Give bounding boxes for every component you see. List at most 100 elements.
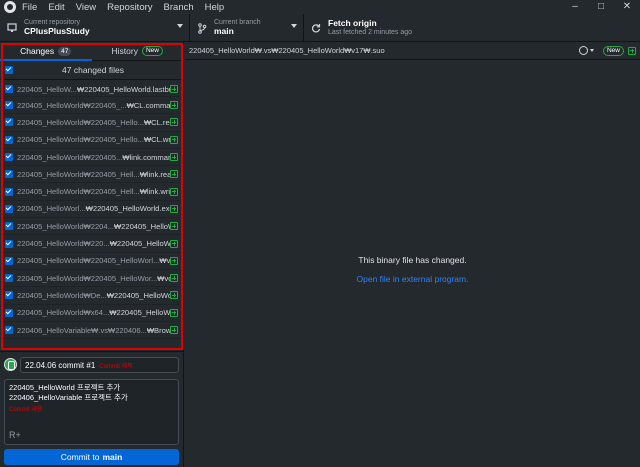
list-item[interactable]: 220405_HelloWorld₩2204...₩220405_HelloWo… bbox=[0, 218, 183, 236]
minimize-button[interactable]: – bbox=[562, 0, 588, 14]
list-item[interactable]: 220405_HelloWorld₩x64...₩220405_HelloWor… bbox=[0, 305, 183, 322]
menu-bar: File Edit View Repository Branch Help – … bbox=[0, 0, 640, 14]
file-checkbox[interactable] bbox=[5, 326, 13, 334]
computer-icon bbox=[6, 22, 18, 34]
list-item[interactable]: 220405_HelloWorld₩220405_Hell...₩link.re… bbox=[0, 166, 183, 184]
tab-history[interactable]: History New bbox=[92, 42, 184, 60]
file-path: 220405_HelloWorld₩220405_Hello...₩CL.rea… bbox=[17, 117, 170, 127]
list-item[interactable]: 220405_HelloWorld₩220...₩220405_HelloWor… bbox=[0, 235, 183, 253]
list-item[interactable]: 220405_HelloWorld₩220405_HelloWor...₩vc1… bbox=[0, 270, 183, 288]
menu-help[interactable]: Help bbox=[205, 2, 225, 13]
file-checkbox[interactable] bbox=[5, 187, 13, 196]
list-item[interactable]: 220406_HelloVariable₩.vs₩220406...₩Brows… bbox=[0, 322, 183, 340]
file-path-header: 220405_HelloWorld₩.vs₩220405_HelloWorld₩… bbox=[189, 46, 385, 55]
file-added-icon bbox=[170, 256, 178, 265]
menu-branch[interactable]: Branch bbox=[164, 2, 194, 13]
avatar bbox=[4, 358, 17, 371]
file-checkbox[interactable] bbox=[5, 101, 13, 110]
file-path: 220405_HelloWorld₩x64...₩220405_HelloWor… bbox=[17, 308, 170, 318]
file-checkbox[interactable] bbox=[5, 118, 13, 127]
list-item[interactable]: 220405_HelloWorld₩220405_Hello...₩CL.rea… bbox=[0, 114, 183, 132]
open-external-link[interactable]: Open file in external program. bbox=[185, 274, 640, 284]
file-path: 220405_HelloWorld₩220405...₩link.command… bbox=[17, 152, 170, 162]
fetch-title: Fetch origin bbox=[328, 18, 377, 29]
file-added-icon bbox=[170, 187, 178, 196]
file-path: 220405_HelloWorld₩220405_HelloWorl...₩vc… bbox=[17, 256, 170, 266]
description-line: 220406_HelloVariable 프로젝트 추가 bbox=[9, 392, 128, 402]
repository-selector[interactable]: Current repository CPlusPlusStudy bbox=[0, 14, 190, 42]
branch-icon bbox=[196, 22, 208, 34]
list-item[interactable]: 220405_HelloWorl...₩220405_HelloWorld.ex… bbox=[0, 201, 183, 219]
file-added-icon bbox=[170, 274, 178, 283]
select-all-row: 47 changed files bbox=[0, 61, 183, 80]
file-checkbox[interactable] bbox=[5, 153, 13, 162]
file-added-icon bbox=[170, 291, 178, 300]
file-added-icon bbox=[170, 118, 178, 127]
github-logo-icon bbox=[4, 1, 16, 13]
tab-changes-label: Changes bbox=[20, 46, 55, 56]
file-path: 220405_HelloWorld₩220405_Hell...₩link.re… bbox=[17, 169, 170, 179]
file-path: 220405_HelloWorld₩De...₩220405_HelloWorl… bbox=[17, 290, 170, 300]
diff-header: 220405_HelloWorld₩.vs₩220405_HelloWorld₩… bbox=[185, 42, 640, 60]
file-checkbox[interactable] bbox=[5, 256, 13, 265]
file-checkbox[interactable] bbox=[5, 239, 13, 248]
gear-icon[interactable] bbox=[578, 46, 588, 55]
branch-name: main bbox=[214, 26, 234, 37]
file-added-icon bbox=[170, 204, 178, 213]
file-added-icon bbox=[170, 239, 178, 248]
changed-files-list: 220405_HelloW...₩220405_HelloWorld.lastb… bbox=[0, 82, 183, 350]
sidebar-tabs: Changes 47 History New bbox=[0, 42, 183, 61]
file-checkbox[interactable] bbox=[5, 222, 13, 231]
chevron-down-icon[interactable] bbox=[589, 49, 594, 52]
file-checkbox[interactable] bbox=[5, 308, 13, 317]
fetch-subtitle: Last fetched 2 minutes ago bbox=[328, 28, 413, 36]
file-path: 220405_HelloW...₩220405_HelloWorld.lastb… bbox=[17, 84, 170, 94]
file-added-icon bbox=[170, 222, 178, 231]
file-checkbox[interactable] bbox=[5, 274, 13, 283]
commit-summary-input[interactable]: 22.04.06 commit #1 Commit 제목 bbox=[20, 357, 179, 373]
list-item[interactable]: 220405_HelloWorld₩220405_Hello...₩CL.wri… bbox=[0, 132, 183, 149]
menu-repository[interactable]: Repository bbox=[107, 2, 152, 13]
menu-view[interactable]: View bbox=[76, 2, 96, 13]
file-checkbox[interactable] bbox=[5, 170, 13, 179]
file-added-icon bbox=[170, 153, 178, 162]
chevron-down-icon bbox=[177, 24, 183, 28]
list-item[interactable]: 220405_HelloWorld₩220405_HelloWorl...₩vc… bbox=[0, 253, 183, 270]
list-item[interactable]: 220405_HelloWorld₩220405...₩link.command… bbox=[0, 149, 183, 167]
file-added-icon bbox=[628, 46, 636, 55]
changes-count-badge: 47 bbox=[58, 46, 72, 56]
select-all-checkbox[interactable] bbox=[5, 66, 13, 74]
summary-annotation: Commit 제목 bbox=[99, 363, 133, 370]
new-badge: New bbox=[602, 45, 624, 56]
window-controls: – □ ✕ bbox=[562, 0, 640, 14]
file-added-icon bbox=[170, 326, 178, 334]
list-item[interactable]: 220405_HelloWorld₩De...₩220405_HelloWorl… bbox=[0, 287, 183, 305]
list-item[interactable]: 220405_HelloW...₩220405_HelloWorld.lastb… bbox=[0, 82, 183, 97]
maximize-button[interactable]: □ bbox=[588, 0, 614, 14]
branch-selector[interactable]: Current branch main bbox=[190, 14, 304, 42]
file-path: 220405_HelloWorld₩220405_Hello...₩CL.wri… bbox=[17, 135, 170, 145]
diff-pane: 220405_HelloWorld₩.vs₩220405_HelloWorld₩… bbox=[185, 42, 640, 467]
close-button[interactable]: ✕ bbox=[614, 0, 640, 14]
file-checkbox[interactable] bbox=[5, 204, 13, 213]
commit-summary-text: 22.04.06 commit #1 bbox=[25, 360, 96, 370]
file-checkbox[interactable] bbox=[5, 135, 13, 144]
menu-edit[interactable]: Edit bbox=[48, 2, 64, 13]
commit-description-input[interactable]: 220405_HelloWorld 프로젝트 추가 220406_HelloVa… bbox=[4, 379, 179, 445]
file-checkbox[interactable] bbox=[5, 291, 13, 300]
file-path: 220405_HelloWorl...₩220405_HelloWorld.ex… bbox=[17, 204, 170, 214]
file-checkbox[interactable] bbox=[5, 85, 13, 93]
list-item[interactable]: 220405_HelloWorld₩220405_Hell...₩link.wr… bbox=[0, 183, 183, 201]
menu-file[interactable]: File bbox=[22, 2, 37, 13]
commit-button-label: Commit to bbox=[60, 452, 100, 462]
fetch-origin-button[interactable]: Fetch origin Last fetched 2 minutes ago bbox=[304, 14, 424, 42]
file-added-icon bbox=[170, 308, 178, 317]
file-path: 220405_HelloWorld₩220405_Hell...₩link.wr… bbox=[17, 187, 170, 197]
list-item[interactable]: 220405_HelloWorld₩220405_...₩CL.command.… bbox=[0, 97, 183, 115]
add-coauthor-icon[interactable]: R+ bbox=[9, 430, 21, 440]
file-added-icon bbox=[170, 170, 178, 179]
file-path: 220405_HelloWorld₩220...₩220405_HelloWor… bbox=[17, 239, 170, 249]
commit-button[interactable]: Commit to main bbox=[4, 449, 179, 465]
file-path: 220405_HelloWorld₩2204...₩220405_HelloWo… bbox=[17, 221, 170, 231]
tab-changes[interactable]: Changes 47 bbox=[0, 42, 92, 61]
